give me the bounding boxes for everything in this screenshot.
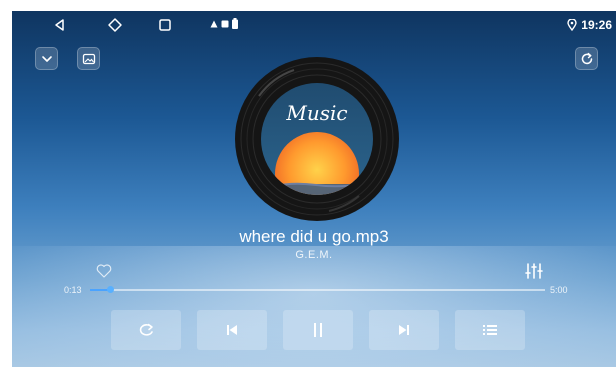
next-icon	[399, 325, 409, 335]
playlist-icon	[483, 325, 497, 335]
next-button[interactable]	[369, 310, 439, 350]
progress-bar[interactable]	[90, 286, 545, 293]
repeat-button[interactable]	[111, 310, 181, 350]
previous-icon	[227, 325, 237, 335]
back-icon[interactable]	[52, 17, 68, 33]
warning-icon	[210, 20, 218, 28]
gallery-icon	[82, 53, 95, 64]
collapse-button[interactable]	[35, 47, 58, 70]
refresh-button[interactable]	[575, 47, 598, 70]
battery-icon	[232, 18, 238, 29]
total-duration: 5:00	[550, 285, 568, 295]
location-pin-icon	[567, 19, 577, 31]
album-art-label: Music	[285, 101, 347, 125]
home-icon[interactable]	[107, 17, 123, 33]
refresh-icon	[581, 52, 592, 64]
media-icon	[221, 20, 229, 28]
pause-icon	[314, 323, 322, 337]
heart-icon[interactable]	[96, 264, 112, 278]
gallery-button[interactable]	[77, 47, 100, 70]
equalizer-icon[interactable]	[524, 262, 544, 280]
media-player-screen: 19:26 Music where did u go.mp3 G.E.M. 0:…	[12, 11, 616, 367]
collapse-chevron-icon	[41, 55, 52, 62]
repeat-icon	[139, 323, 153, 336]
previous-button[interactable]	[197, 310, 267, 350]
album-art: Music	[235, 57, 399, 221]
clock: 19:26	[581, 18, 612, 32]
playlist-button[interactable]	[455, 310, 525, 350]
track-artist: G.E.M.	[295, 249, 333, 261]
recents-icon[interactable]	[157, 17, 173, 33]
elapsed-time: 0:13	[64, 285, 82, 295]
track-title: where did u go.mp3	[239, 227, 389, 246]
status-bar: 19:26	[12, 11, 616, 39]
status-right: 19:26	[567, 18, 612, 32]
progress-thumb[interactable]	[106, 286, 114, 293]
pause-button[interactable]	[283, 310, 353, 350]
